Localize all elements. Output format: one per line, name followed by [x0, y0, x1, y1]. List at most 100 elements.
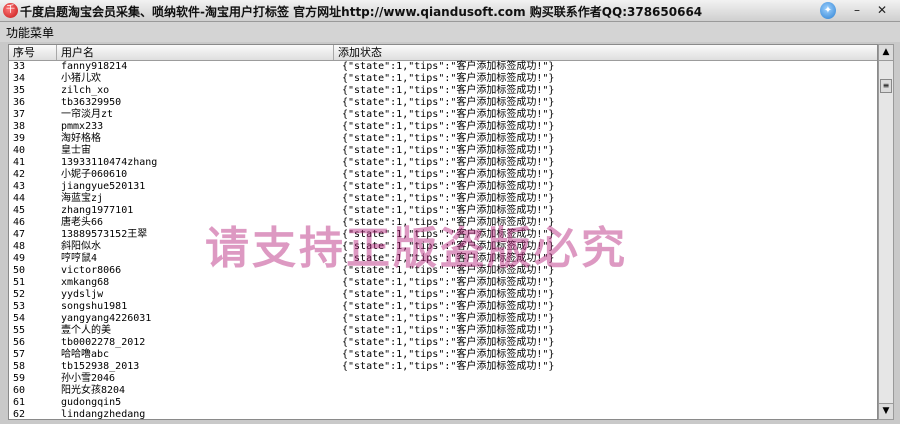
app-logo-icon: 千 [3, 3, 18, 18]
row-username: 哈哈噜abc [61, 349, 110, 360]
table-row[interactable]: 62 lindangzhedang [9, 409, 877, 420]
row-seq: 58 [13, 361, 26, 372]
row-status: {"state":1,"tips":"客户添加标签成功!"} [342, 97, 555, 108]
table-row[interactable]: 39 淘好格格 {"state":1,"tips":"客户添加标签成功!"} [9, 133, 877, 145]
row-status: {"state":1,"tips":"客户添加标签成功!"} [342, 181, 555, 192]
table-row[interactable]: 36 tb36329950 {"state":1,"tips":"客户添加标签成功!… [9, 97, 877, 109]
table-row[interactable]: 58 tb152938_2013 {"state":1,"tips":"客户添加标签… [9, 361, 877, 373]
table-row[interactable]: 53 songshu1981 {"state":1,"tips":"客户添加标签成功… [9, 301, 877, 313]
row-status: {"state":1,"tips":"客户添加标签成功!"} [342, 301, 555, 312]
row-seq: 37 [13, 109, 26, 120]
row-status: {"state":1,"tips":"客户添加标签成功!"} [342, 109, 555, 120]
row-username: 孙小雪2046 [61, 373, 116, 384]
table-row[interactable]: 43 jiangyue520131 {"state":1,"tips":"客户添加标… [9, 181, 877, 193]
row-status: {"state":1,"tips":"客户添加标签成功!"} [342, 361, 555, 372]
row-username: lindangzhedang [61, 409, 146, 420]
row-status: {"state":1,"tips":"客户添加标签成功!"} [342, 349, 555, 360]
table-row[interactable]: 44 海蓝宝zj {"state":1,"tips":"客户添加标签成功!"} [9, 193, 877, 205]
table-row[interactable]: 61 gudongqin5 [9, 397, 877, 409]
row-username: 壹个人的美 [61, 325, 111, 336]
row-seq: 34 [13, 73, 26, 84]
row-username: 13889573152王翠 [61, 229, 148, 240]
scroll-down-icon[interactable]: ▼ [879, 403, 893, 419]
row-username: 一帘淡月zt [61, 109, 114, 120]
table-row[interactable]: 41 13933110474zhang {"state":1,"tips":"客户添… [9, 157, 877, 169]
table-row[interactable]: 52 yydsljw {"state":1,"tips":"客户添加标签成功!"} [9, 289, 877, 301]
vertical-scrollbar[interactable]: ▲ ≡ ▼ [878, 44, 894, 420]
title-bar: 千 千度启题淘宝会员采集、唢纳软件-淘宝用户打标签 官方网址http://www… [0, 0, 900, 22]
skin-icon[interactable]: ✦ [820, 2, 836, 19]
table-row[interactable]: 35 zilch_xo {"state":1,"tips":"客户添加标签成功!"} [9, 85, 877, 97]
table-row[interactable]: 42 小妮子060610 {"state":1,"tips":"客户添加标签成功!"… [9, 169, 877, 181]
column-header-user[interactable]: 用户名 [57, 45, 334, 60]
table-row[interactable]: 37 一帘淡月zt {"state":1,"tips":"客户添加标签成功!"} [9, 109, 877, 121]
row-seq: 53 [13, 301, 26, 312]
row-username: gudongqin5 [61, 397, 122, 408]
table-row[interactable]: 34 小猪儿欢 {"state":1,"tips":"客户添加标签成功!"} [9, 73, 877, 85]
row-status: {"state":1,"tips":"客户添加标签成功!"} [342, 133, 555, 144]
row-username: 皇士宙 [61, 145, 91, 156]
row-status: {"state":1,"tips":"客户添加标签成功!"} [342, 277, 555, 288]
column-header-seq[interactable]: 序号 [9, 45, 57, 60]
menu-bar: 功能菜单 [0, 22, 900, 42]
row-username: tb0002278_2012 [61, 337, 146, 348]
table-row[interactable]: 51 xmkang68 {"state":1,"tips":"客户添加标签成功!"} [9, 277, 877, 289]
row-username: 唐老头66 [61, 217, 104, 228]
row-seq: 36 [13, 97, 26, 108]
row-status: {"state":1,"tips":"客户添加标签成功!"} [342, 121, 555, 132]
table-row[interactable]: 57 哈哈噜abc {"state":1,"tips":"客户添加标签成功!"} [9, 349, 877, 361]
row-seq: 48 [13, 241, 26, 252]
row-seq: 43 [13, 181, 26, 192]
row-seq: 42 [13, 169, 26, 180]
row-username: 海蓝宝zj [61, 193, 104, 204]
row-username: zhang1977101 [61, 205, 134, 216]
table-row[interactable]: 40 皇士宙 {"state":1,"tips":"客户添加标签成功!"} [9, 145, 877, 157]
minimize-button[interactable]: – [848, 2, 866, 19]
row-seq: 57 [13, 349, 26, 360]
row-status: {"state":1,"tips":"客户添加标签成功!"} [342, 85, 555, 96]
row-username: tb36329950 [61, 97, 122, 108]
row-seq: 45 [13, 205, 26, 216]
row-seq: 44 [13, 193, 26, 204]
row-seq: 55 [13, 325, 26, 336]
row-username: 淘好格格 [61, 133, 101, 144]
row-username: pmmx233 [61, 121, 104, 132]
row-seq: 56 [13, 337, 26, 348]
row-username: fanny918214 [61, 61, 128, 72]
row-status: {"state":1,"tips":"客户添加标签成功!"} [342, 61, 555, 72]
table-row[interactable]: 38 pmmx233 {"state":1,"tips":"客户添加标签成功!"} [9, 121, 877, 133]
row-status: {"state":1,"tips":"客户添加标签成功!"} [342, 157, 555, 168]
row-seq: 38 [13, 121, 26, 132]
row-seq: 50 [13, 265, 26, 276]
watermark: 请支持正版盗版必究 [205, 223, 628, 274]
row-seq: 46 [13, 217, 26, 228]
row-status: {"state":1,"tips":"客户添加标签成功!"} [342, 169, 555, 180]
row-username: jiangyue520131 [61, 181, 146, 192]
row-status: {"state":1,"tips":"客户添加标签成功!"} [342, 337, 555, 348]
row-seq: 33 [13, 61, 26, 72]
row-username: tb152938_2013 [61, 361, 140, 372]
row-seq: 41 [13, 157, 26, 168]
row-seq: 39 [13, 133, 26, 144]
close-button[interactable]: ✕ [872, 2, 892, 19]
table-row[interactable]: 59 孙小雪2046 [9, 373, 877, 385]
table-row[interactable]: 60 阳光女孩8204 [9, 385, 877, 397]
row-seq: 49 [13, 253, 26, 264]
row-seq: 59 [13, 373, 26, 384]
row-username: yydsljw [61, 289, 104, 300]
scroll-thumb[interactable]: ≡ [880, 79, 892, 93]
table-row[interactable]: 55 壹个人的美 {"state":1,"tips":"客户添加标签成功!"} [9, 325, 877, 337]
row-username: 阳光女孩8204 [61, 385, 126, 396]
window-title: 千度启题淘宝会员采集、唢纳软件-淘宝用户打标签 官方网址http://www.q… [20, 5, 703, 19]
row-username: zilch_xo [61, 85, 110, 96]
scroll-up-icon[interactable]: ▲ [879, 45, 893, 61]
table-row[interactable]: 56 tb0002278_2012 {"state":1,"tips":"客户添加标… [9, 337, 877, 349]
row-username: 小猪儿欢 [61, 73, 101, 84]
row-status: {"state":1,"tips":"客户添加标签成功!"} [342, 289, 555, 300]
table-row[interactable]: 54 yangyang4226031 {"state":1,"tips":"客户添加… [9, 313, 877, 325]
list-header: 序号 用户名 添加状态 [9, 45, 877, 61]
menu-function[interactable]: 功能菜单 [6, 24, 54, 41]
row-username: yangyang4226031 [61, 313, 152, 324]
column-header-status[interactable]: 添加状态 [334, 45, 877, 60]
table-row[interactable]: 33 fanny918214 {"state":1,"tips":"客户添加标签成功… [9, 61, 877, 73]
